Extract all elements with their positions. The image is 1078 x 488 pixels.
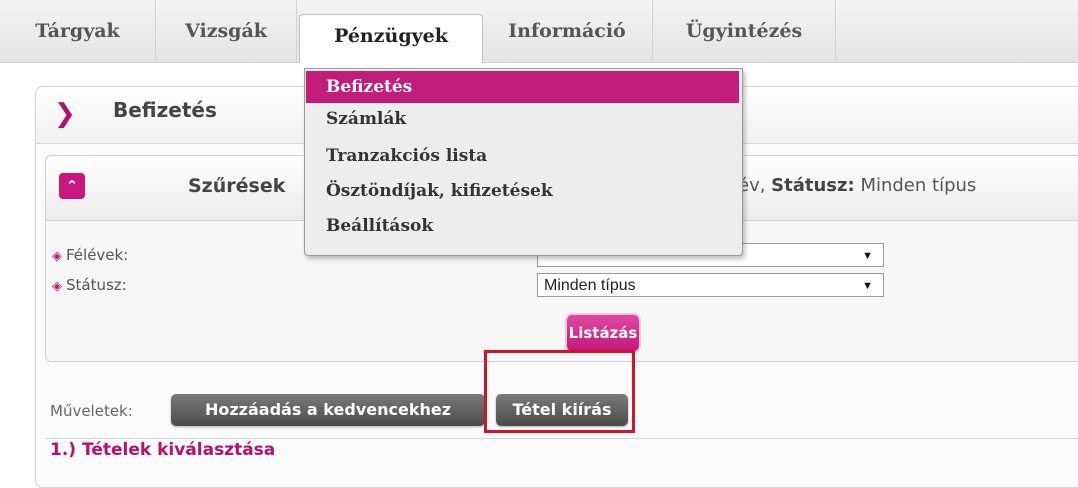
menu-item-beallitasok[interactable]: Beállítások [306, 210, 739, 242]
filter-summary-status-label: Státusz: [771, 175, 855, 196]
filter-summary: év, Státusz: Minden típus [738, 175, 976, 196]
filter-label-status-text: Státusz: [66, 276, 127, 294]
actions-label: Műveletek: [50, 402, 133, 420]
filter-title: Szűrések [188, 175, 286, 197]
dropdown-arrow-icon: ▼ [862, 250, 873, 262]
tab-targyak[interactable]: Tárgyak [0, 0, 156, 62]
tab-vizsgak[interactable]: Vizsgák [156, 0, 297, 62]
divider [45, 438, 1078, 439]
diamond-icon: ◈ [52, 249, 62, 264]
section-title: 1.) Tételek kiválasztása [50, 440, 276, 460]
menu-item-befizetes[interactable]: Befizetés [306, 71, 739, 103]
add-to-favorites-button[interactable]: Hozzáadás a kedvencekhez [171, 394, 485, 426]
menu-item-tranzakcios-lista[interactable]: Tranzakciós lista [306, 140, 739, 172]
tab-ugyintezes[interactable]: Ügyintézés [653, 0, 836, 62]
filter-summary-status-value: Minden típus [860, 175, 977, 196]
filter-label-semesters: ◈ Félévek: [52, 246, 128, 264]
status-select[interactable]: Minden típus ▼ [537, 273, 884, 297]
filter-label-status: ◈ Státusz: [52, 276, 127, 294]
dropdown-arrow-icon: ▼ [862, 280, 873, 292]
main-tab-bar: Tárgyak Vizsgák Információ Ügyintézés [0, 0, 1078, 63]
filter-label-semesters-text: Félévek: [66, 246, 129, 264]
diamond-icon: ◈ [52, 279, 62, 294]
highlight-frame [484, 350, 635, 433]
tab-informacio[interactable]: Információ [482, 0, 653, 62]
collapse-icon[interactable]: ⌃ [59, 173, 85, 199]
page-title: Befizetés [113, 98, 217, 122]
chevron-right-icon: ❯ [54, 99, 76, 129]
list-button[interactable]: Listázás [567, 315, 639, 351]
tab-penzugyek[interactable]: Pénzügyek [299, 14, 483, 63]
status-select-value: Minden típus [544, 277, 636, 294]
menu-item-szamlak[interactable]: Számlák [306, 103, 739, 135]
menu-item-osztondijak[interactable]: Ösztöndíjak, kifizetések [306, 175, 739, 207]
